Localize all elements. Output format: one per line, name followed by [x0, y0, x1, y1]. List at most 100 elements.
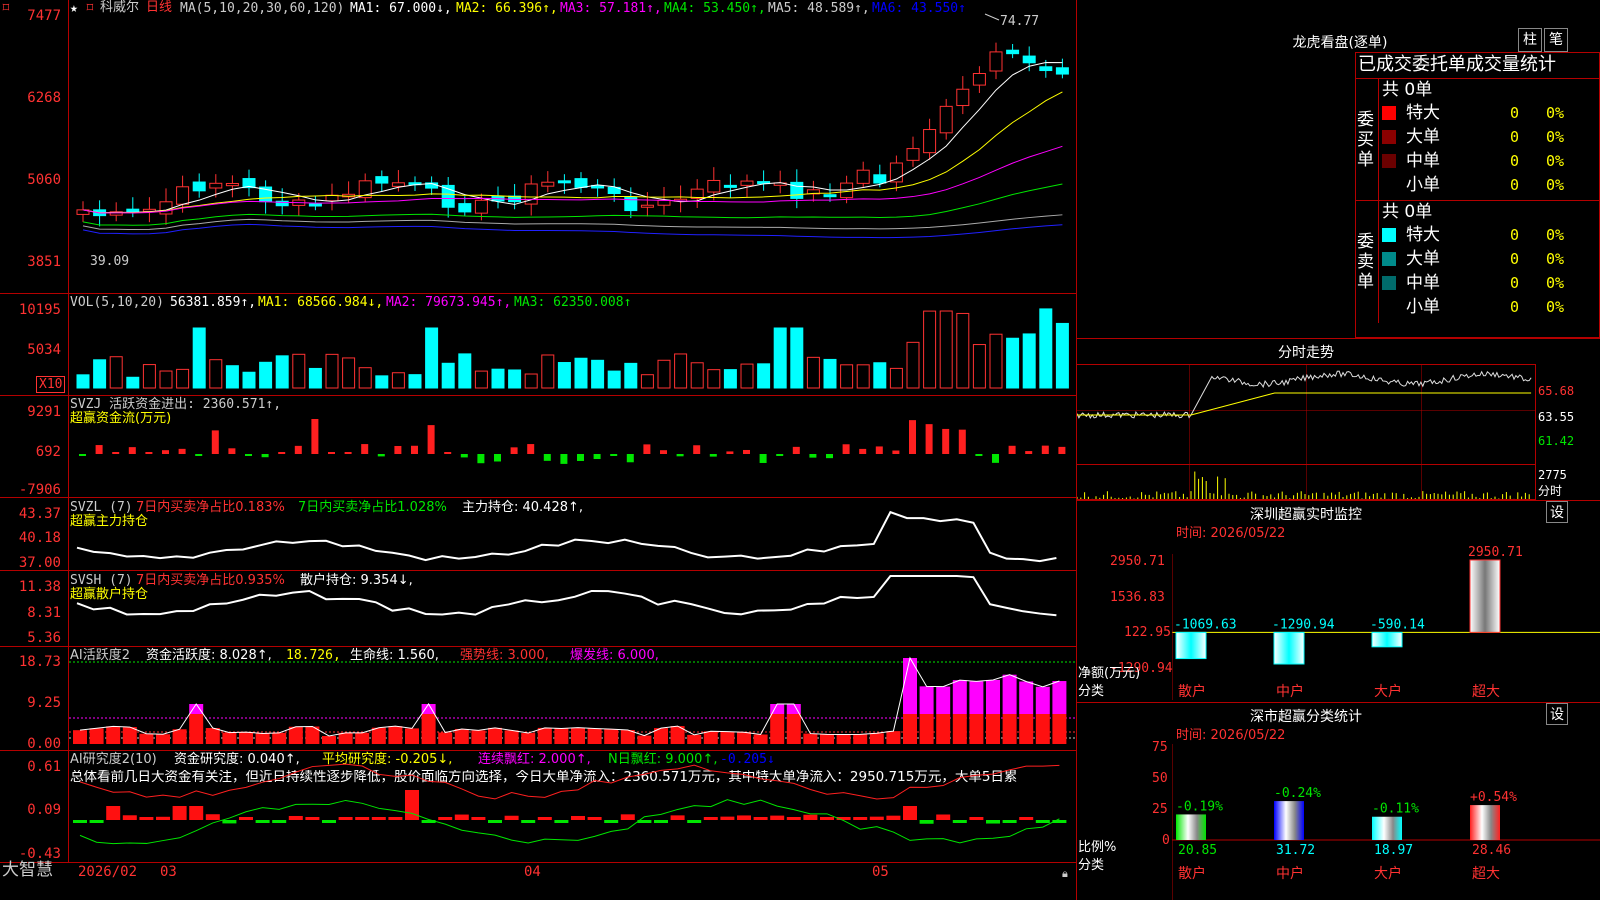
activity-bar-top: [936, 686, 951, 714]
activity-bar: [919, 714, 934, 744]
candle-body: [989, 51, 1003, 72]
volume-bar: [740, 363, 754, 389]
main-holding-chart[interactable]: [69, 500, 1076, 570]
candle-body: [790, 181, 804, 199]
activity-bar: [322, 735, 336, 744]
activity-chart[interactable]: [69, 650, 1076, 750]
volume-bar: [308, 367, 322, 389]
ratio-value: 20.85: [1178, 843, 1217, 858]
flow-bar: [178, 448, 186, 454]
ratio-bar: [1274, 801, 1304, 840]
research-bar: [986, 820, 1000, 824]
sz-stat-time: 时间: 2026/05/22: [1176, 728, 1286, 743]
sz-stat-chart[interactable]: -0.19% 20.85 散户 -0.24% 31.72 中户 -0.11% 18.97 大户 +…: [1172, 744, 1600, 900]
research-bar: [471, 817, 486, 820]
research-bar: [438, 817, 453, 820]
volume-bar: [209, 359, 223, 389]
activity-bar: [239, 732, 253, 744]
candlestick-chart[interactable]: [69, 0, 1076, 293]
category-label: 散户: [1178, 865, 1206, 882]
order-size-label: 小单: [1406, 175, 1440, 195]
flow-bar: [892, 450, 900, 454]
activity-bar: [1035, 714, 1050, 744]
candle-body: [209, 182, 223, 189]
volume-bar: [657, 359, 671, 389]
ai-active-axis-label: 18.73: [18, 654, 61, 670]
bar-view-button[interactable]: 柱: [1518, 28, 1542, 52]
volume-bar: [773, 327, 787, 389]
high-price-mark: 74.77: [1000, 14, 1040, 29]
flow-bar: [809, 454, 817, 458]
activity-bar: [388, 726, 403, 744]
flow-bar: [560, 454, 568, 464]
date-label: 04: [524, 864, 541, 880]
volume-bar: [109, 356, 123, 389]
flow-bar: [460, 454, 468, 458]
volume-chart[interactable]: [69, 300, 1076, 392]
research-bar: [604, 820, 619, 823]
candle-body: [391, 182, 405, 187]
volume-bar: [557, 362, 571, 389]
research-bar: [1002, 820, 1017, 823]
activity-bar: [952, 714, 967, 744]
volume-bar: [674, 353, 688, 389]
svsh-axis-label: 11.38: [18, 579, 61, 595]
svzj-axis-label: 9291: [27, 404, 61, 420]
intraday-chart[interactable]: [1077, 365, 1536, 499]
activity-bar-top: [1019, 681, 1034, 714]
fund-flow-chart[interactable]: [69, 400, 1076, 496]
order-size-label: 中单: [1406, 151, 1440, 171]
flow-bar: [477, 454, 485, 464]
order-percent: 0%: [1546, 226, 1565, 244]
research-bar: [770, 815, 785, 820]
candle-body: [126, 208, 140, 213]
activity-bar: [106, 726, 121, 744]
sz-stat-axis-label: 0: [1162, 833, 1170, 848]
activity-bar: [122, 727, 137, 744]
candle-body: [856, 169, 870, 184]
count-view-button[interactable]: 笔: [1544, 28, 1568, 52]
price-axis-label: 5060: [27, 172, 61, 188]
date-label: 03: [160, 864, 177, 880]
flow-bar: [925, 424, 933, 454]
activity-bar: [471, 730, 486, 744]
sz-monitor-chart[interactable]: -1069.63 散户 -1290.94 中户 -590.14 大户 2950.71 超大: [1172, 540, 1600, 700]
activity-bar: [869, 733, 884, 744]
flow-bar: [344, 452, 352, 454]
volume-bar: [591, 359, 605, 389]
research-bar: [255, 820, 270, 823]
vol-unit-badge: X10: [36, 376, 66, 393]
research-bar: [122, 815, 137, 820]
research-bar: [156, 816, 170, 820]
research-bar: [903, 806, 917, 820]
research-chart[interactable]: [69, 752, 1076, 862]
sell-side-label: 委卖单: [1357, 232, 1374, 292]
retail-holding-chart[interactable]: [69, 572, 1076, 646]
flow-bar: [610, 454, 618, 456]
intraday-title: 分时走势: [1278, 345, 1334, 361]
flow-bar: [494, 454, 501, 462]
volume-bar: [176, 368, 190, 389]
flow-bar: [1058, 446, 1066, 454]
flow-bar: [228, 448, 236, 454]
sz-monitor-settings-button[interactable]: 设: [1546, 501, 1568, 523]
activity-bar: [156, 734, 170, 744]
sz-stat-settings-button[interactable]: 设: [1546, 703, 1568, 725]
research-bar: [371, 817, 386, 820]
lock-icon[interactable]: 🔒︎: [1062, 866, 1068, 881]
volume-bar: [259, 361, 273, 389]
flow-bar: [743, 449, 750, 454]
volume-bar: [275, 355, 289, 389]
research-bar: [554, 820, 569, 823]
buy-total: 共 0单: [1382, 80, 1433, 100]
flow-bar: [195, 454, 203, 456]
research-bar: [504, 815, 519, 820]
activity-bar-top: [189, 704, 204, 714]
bookmark-icon[interactable]: ⌑: [2, 1, 10, 16]
activity-bar: [205, 728, 220, 744]
activity-bar: [1002, 714, 1017, 744]
research-bar: [753, 817, 768, 820]
volume-bar: [358, 367, 372, 389]
ratio-value: 31.72: [1276, 843, 1315, 858]
dragon-tiger-title: 龙虎看盘(逐单): [1292, 35, 1388, 51]
